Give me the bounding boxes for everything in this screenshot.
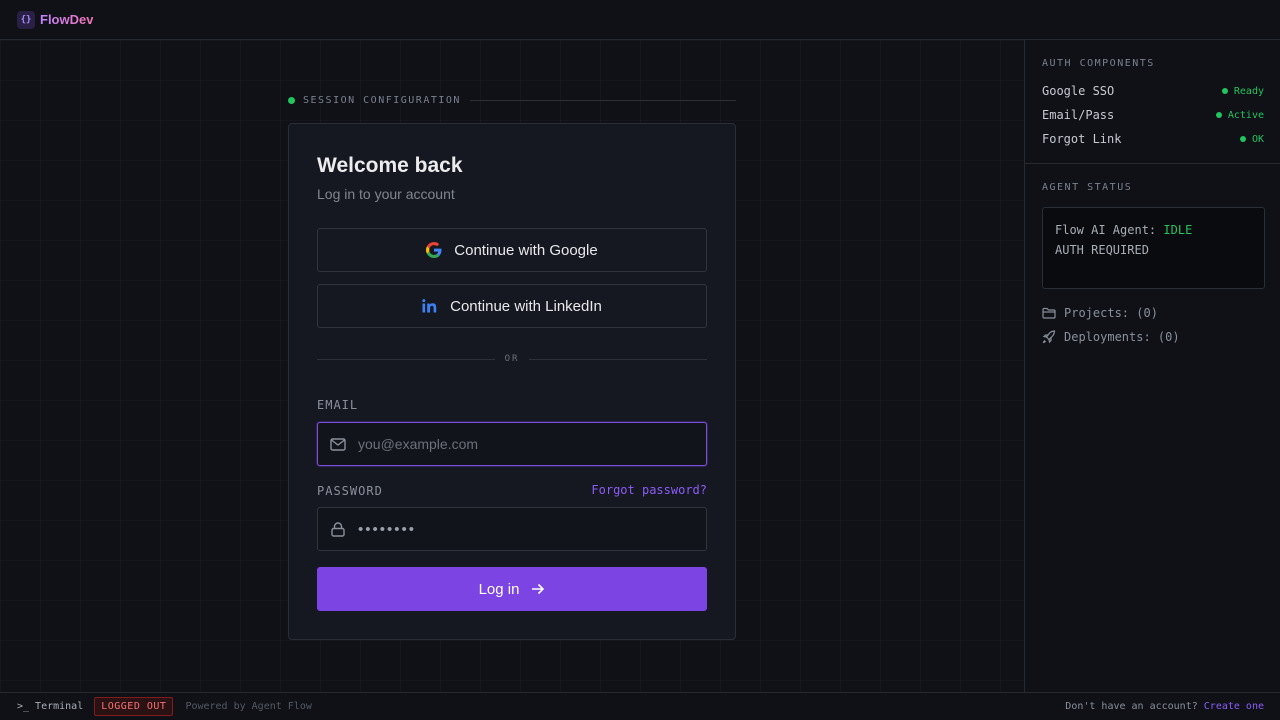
status-text: Ready	[1233, 85, 1264, 97]
deployments-link[interactable]: Deployments: (0)	[1042, 329, 1180, 345]
component-row: Google SSO Ready	[1042, 83, 1264, 99]
page-title: Welcome back	[317, 154, 463, 177]
agent-state: IDLE	[1163, 223, 1193, 237]
email-input-wrapper	[317, 422, 707, 466]
status-badge: LOGGED OUT	[94, 697, 174, 716]
arrow-right-icon	[531, 583, 545, 595]
or-line-left	[317, 358, 495, 360]
linkedin-icon	[422, 299, 438, 313]
status-dot	[1221, 88, 1228, 94]
app-name[interactable]: FlowDev	[40, 12, 93, 27]
create-account-link[interactable]: Create one	[1204, 701, 1264, 712]
component-row: Email/Pass Active	[1042, 107, 1264, 123]
projects-link[interactable]: Projects: (0)	[1042, 305, 1158, 321]
component-name: Forgot Link	[1042, 132, 1122, 146]
terminal-button[interactable]: >_ Terminal	[17, 701, 83, 712]
status-text: OK	[1251, 133, 1264, 145]
login-card: Welcome back Log in to your account Cont…	[288, 123, 736, 640]
agent-status-title: AGENT STATUS	[1042, 182, 1133, 193]
session-header: SESSION CONFIGURATION	[288, 94, 736, 106]
login-button-label: Log in	[478, 580, 520, 598]
projects-label: Projects: (0)	[1064, 306, 1158, 320]
mail-icon	[318, 437, 358, 451]
status-dot	[1215, 112, 1222, 118]
side-panel: AUTH COMPONENTS Google SSO Ready Email/P…	[1024, 40, 1280, 692]
agent-auth-line: AUTH REQUIRED	[1055, 243, 1149, 257]
bottom-bar: >_ Terminal LOGGED OUT Powered by Agent …	[0, 692, 1280, 720]
email-label: EMAIL	[317, 398, 359, 412]
status-dot	[1239, 136, 1246, 142]
password-input-wrapper	[317, 507, 707, 551]
status-badge: OK	[1239, 133, 1264, 145]
component-row: Forgot Link OK	[1042, 131, 1264, 147]
or-text: OR	[504, 354, 520, 364]
or-line-right	[529, 358, 707, 360]
deployments-label: Deployments: (0)	[1064, 330, 1180, 344]
top-bar: {} FlowDev	[0, 0, 1280, 40]
login-button[interactable]: Log in	[317, 567, 707, 611]
logo-icon: {}	[17, 10, 35, 29]
google-login-label: Continue with Google	[454, 241, 598, 259]
password-input[interactable]	[358, 508, 706, 550]
forgot-password-link[interactable]: Forgot password?	[591, 483, 707, 497]
agent-status-line: Flow AI Agent: IDLE	[1055, 220, 1252, 240]
google-login-button[interactable]: Continue with Google	[317, 228, 707, 272]
google-icon	[426, 242, 442, 258]
terminal-icon: >_	[17, 701, 30, 712]
page-subtitle: Log in to your account	[317, 186, 455, 202]
session-label: SESSION CONFIGURATION	[303, 94, 461, 106]
status-text: Active	[1227, 109, 1264, 121]
auth-components-title: AUTH COMPONENTS	[1042, 58, 1155, 69]
main-area: SESSION CONFIGURATION Welcome back Log i…	[0, 40, 1024, 692]
password-label: PASSWORD	[317, 484, 383, 498]
linkedin-login-label: Continue with LinkedIn	[450, 297, 602, 315]
signup-prompt-text: Don't have an account?	[1065, 701, 1198, 712]
component-name: Email/Pass	[1042, 108, 1115, 122]
linkedin-login-button[interactable]: Continue with LinkedIn	[317, 284, 707, 328]
status-badge: Active	[1215, 109, 1264, 121]
component-name: Google SSO	[1042, 84, 1115, 98]
or-divider: OR	[317, 353, 707, 365]
session-status-dot	[288, 96, 295, 104]
side-divider	[1025, 163, 1280, 164]
folder-icon	[1042, 307, 1056, 319]
session-divider	[469, 99, 736, 101]
lock-icon	[318, 521, 358, 537]
agent-label: Flow AI Agent:	[1055, 223, 1157, 237]
email-input[interactable]	[358, 423, 706, 465]
signup-prompt: Don't have an account? Create one	[1065, 701, 1264, 712]
terminal-label: Terminal	[35, 701, 84, 712]
agent-status-box: Flow AI Agent: IDLE AUTH REQUIRED	[1042, 207, 1265, 289]
status-badge: Ready	[1221, 85, 1264, 97]
rocket-icon	[1042, 330, 1056, 344]
powered-by: Powered by Agent Flow	[185, 701, 312, 712]
